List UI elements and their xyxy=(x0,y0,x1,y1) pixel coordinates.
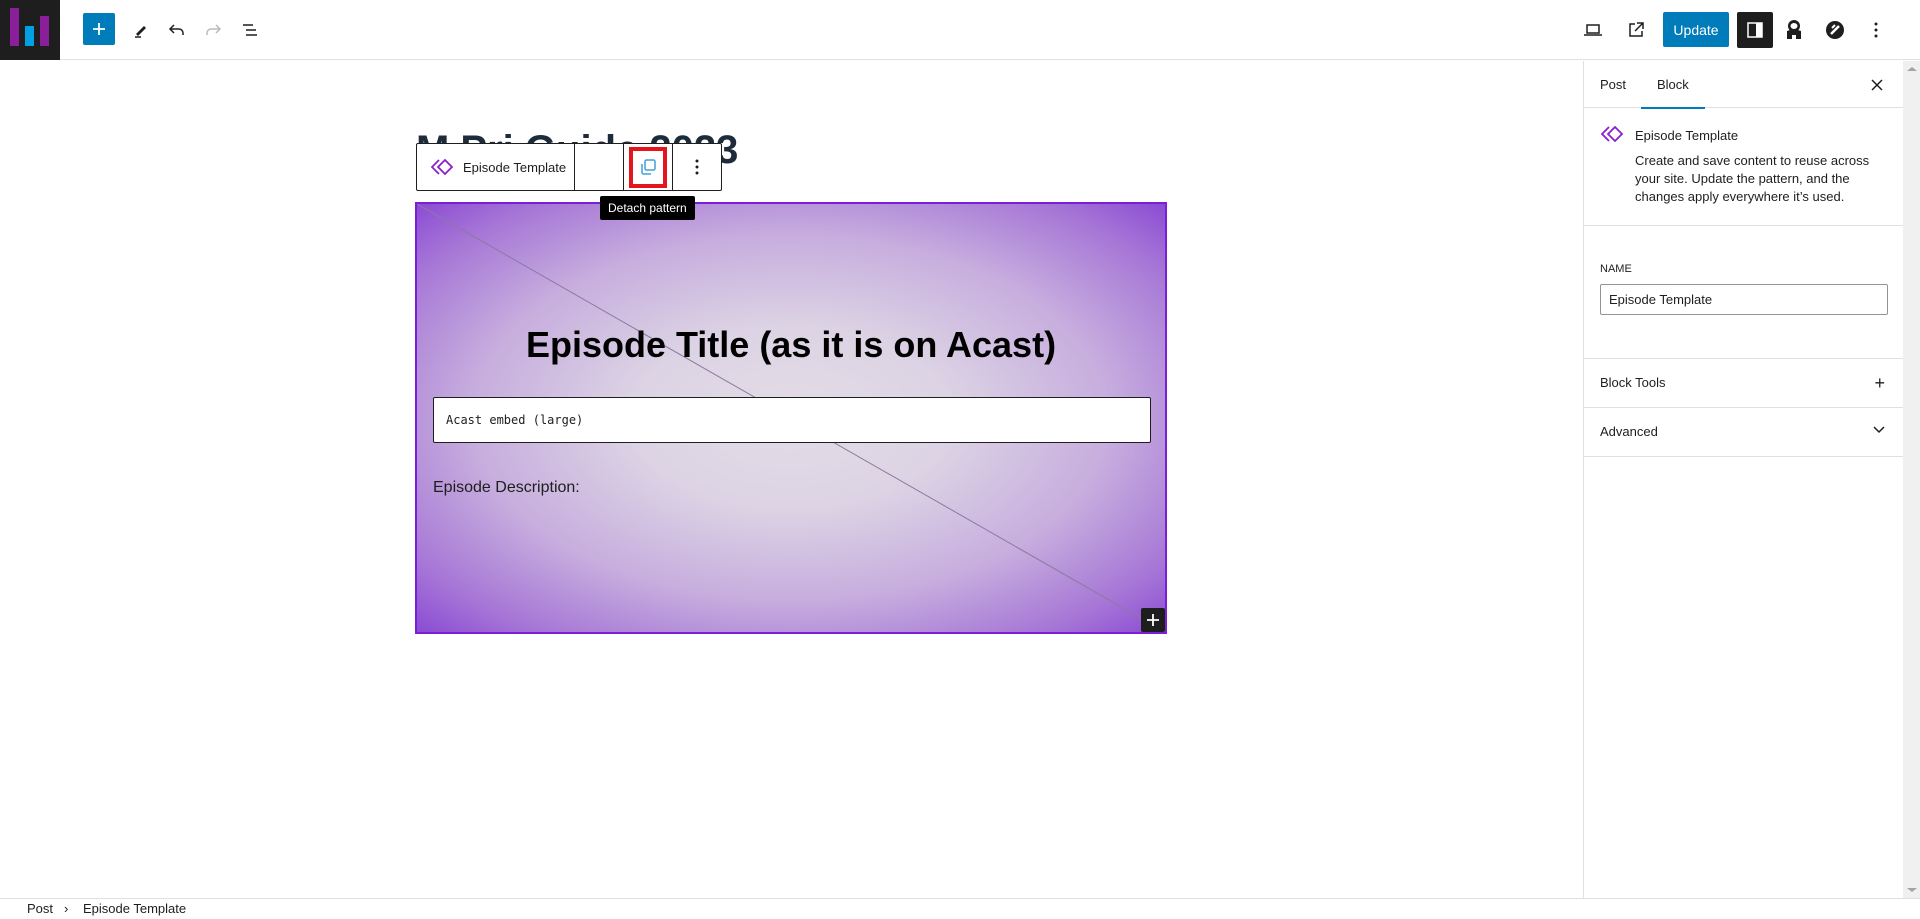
preview-button[interactable] xyxy=(1575,12,1611,48)
laptop-icon xyxy=(1584,24,1602,36)
panel-label: Block Tools xyxy=(1600,375,1666,390)
episode-cover-block[interactable]: Episode Title (as it is on Acast) Acast … xyxy=(415,202,1167,634)
pattern-name-input[interactable] xyxy=(1600,284,1888,315)
plugin-penguin-button[interactable] xyxy=(1776,12,1812,48)
site-logo-button[interactable] xyxy=(0,0,60,60)
list-view-icon xyxy=(243,24,257,36)
sidebar-tabs: Post Block xyxy=(1584,61,1903,109)
logo-bar xyxy=(40,16,49,46)
update-button[interactable]: Update xyxy=(1663,12,1729,47)
block-tools-panel-toggle[interactable]: Block Tools + xyxy=(1584,359,1903,408)
pencil-icon xyxy=(135,26,146,38)
plus-icon: + xyxy=(1874,373,1885,393)
breadcrumb-episode-template: Episode Template xyxy=(83,901,187,916)
settings-toggle-button[interactable] xyxy=(1737,12,1773,48)
close-sidebar-button[interactable] xyxy=(1865,73,1889,97)
tab-post[interactable]: Post xyxy=(1600,61,1626,108)
parent-block-label: Episode Template xyxy=(463,159,567,175)
breadcrumb-separator: › xyxy=(64,901,69,916)
name-panel: Name xyxy=(1584,226,1903,359)
block-toolbar: Episode Template xyxy=(416,143,722,191)
logo-bar xyxy=(25,26,34,46)
logo-bar xyxy=(10,8,19,46)
block-appender-button[interactable] xyxy=(1141,608,1165,632)
penguin-icon xyxy=(1787,20,1801,39)
list-view-button[interactable] xyxy=(232,12,268,48)
episode-description-label[interactable]: Episode Description: xyxy=(433,479,580,497)
plugin-circle-button[interactable] xyxy=(1817,12,1853,48)
name-label: Name xyxy=(1600,263,1632,275)
synced-pattern-icon xyxy=(1601,126,1623,142)
circle-slash-icon xyxy=(1826,21,1844,39)
detach-pattern-button[interactable] xyxy=(624,144,673,190)
options-button[interactable] xyxy=(1858,12,1894,48)
settings-sidebar: Post Block Episode Template Create and s… xyxy=(1583,61,1903,898)
detach-pattern-tooltip: Detach pattern xyxy=(600,196,695,220)
block-breadcrumb: Post › Episode Template xyxy=(0,898,1920,919)
tools-button[interactable] xyxy=(123,12,159,48)
more-vertical-icon xyxy=(1874,22,1878,38)
toolbar-group-empty xyxy=(575,144,624,190)
episode-title-heading[interactable]: Episode Title (as it is on Acast) xyxy=(417,324,1165,366)
block-options-button[interactable] xyxy=(673,144,721,190)
editor-header: Update xyxy=(0,0,1920,60)
close-icon xyxy=(1871,79,1883,91)
scroll-up-arrow[interactable] xyxy=(1907,67,1917,71)
redo-icon xyxy=(206,24,222,35)
chevron-down-icon xyxy=(1873,426,1885,434)
block-card: Episode Template Create and save content… xyxy=(1584,108,1903,226)
block-inserter-button[interactable] xyxy=(83,13,115,45)
view-post-button[interactable] xyxy=(1618,12,1654,48)
panel-label: Advanced xyxy=(1600,424,1658,439)
sidebar-toggle-icon xyxy=(1747,22,1763,38)
breadcrumb-post[interactable]: Post xyxy=(27,901,53,916)
more-vertical-icon xyxy=(695,159,699,175)
highlight-box xyxy=(629,147,667,188)
acast-embed-block[interactable]: Acast embed (large) xyxy=(433,397,1151,443)
sidebar-scrollbar[interactable] xyxy=(1903,61,1920,898)
undo-button[interactable] xyxy=(159,12,195,48)
plus-icon xyxy=(93,23,105,35)
select-parent-pattern-button[interactable]: Episode Template xyxy=(417,144,575,190)
block-card-title: Episode Template xyxy=(1635,128,1739,143)
external-link-icon xyxy=(1629,22,1644,37)
block-card-description: Create and save content to reuse across … xyxy=(1635,153,1870,204)
plus-icon xyxy=(1147,614,1159,626)
scroll-down-arrow[interactable] xyxy=(1907,888,1917,892)
advanced-panel-toggle[interactable]: Advanced xyxy=(1584,408,1903,457)
tab-block[interactable]: Block xyxy=(1641,61,1705,109)
redo-button[interactable] xyxy=(195,12,231,48)
undo-icon xyxy=(168,24,184,35)
synced-pattern-icon xyxy=(431,159,453,175)
